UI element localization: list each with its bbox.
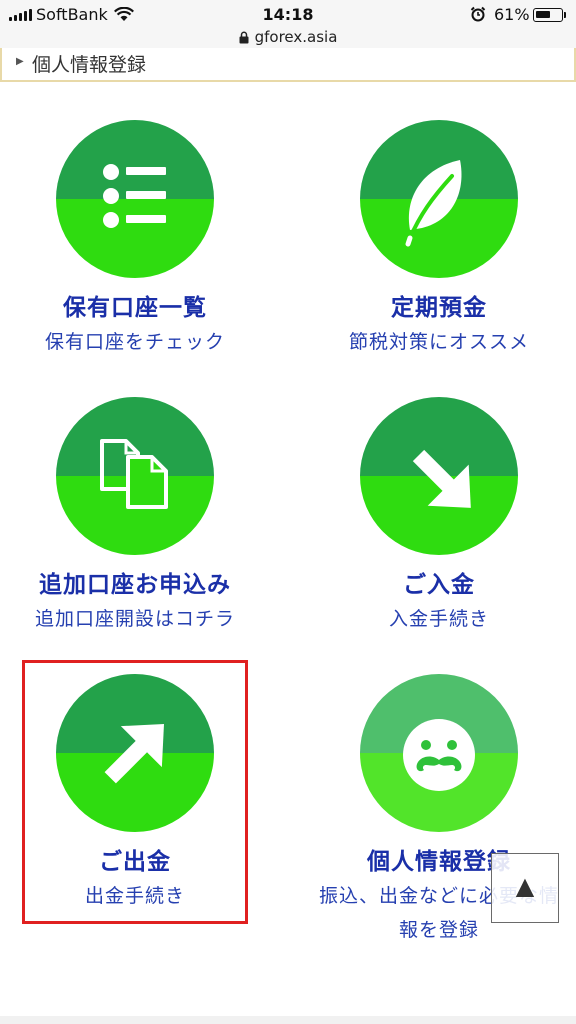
breadcrumb-label: 個人情報登録 xyxy=(32,54,147,76)
triangle-up-icon: ▲ xyxy=(515,872,535,900)
circle-button[interactable] xyxy=(360,397,518,555)
url-text: gforex.asia xyxy=(254,28,338,46)
menu-item-deposit[interactable]: ご入金 入金手続き xyxy=(304,397,574,667)
scroll-to-top-button[interactable]: ▲ xyxy=(491,853,559,923)
menu-subtitle[interactable]: 追加口座開設はコチラ xyxy=(0,603,270,635)
menu-item-account-list[interactable]: 保有口座一覧 保有口座をチェック xyxy=(0,120,270,390)
menu-title[interactable]: 保有口座一覧 xyxy=(0,288,270,322)
mustache-face-icon xyxy=(403,719,475,791)
circle-button[interactable] xyxy=(360,120,518,278)
documents-icon xyxy=(100,439,168,509)
arrow-down-left-icon xyxy=(412,449,471,508)
circle-button[interactable] xyxy=(56,120,214,278)
battery-percentage: 61% xyxy=(494,5,530,24)
menu-subtitle[interactable]: 保有口座をチェック xyxy=(0,326,270,358)
menu-title[interactable]: ご入金 xyxy=(304,565,574,599)
menu-subtitle[interactable]: 入金手続き xyxy=(304,603,574,635)
circle-button[interactable] xyxy=(360,674,518,832)
battery-level xyxy=(536,11,550,18)
alarm-icon xyxy=(470,6,486,22)
breadcrumb[interactable]: ▶ 個人情報登録 xyxy=(0,48,576,82)
menu-item-additional-account[interactable]: 追加口座お申込み 追加口座開設はコチラ xyxy=(0,397,270,667)
list-icon xyxy=(103,164,166,228)
address-bar[interactable]: gforex.asia xyxy=(0,28,576,46)
menu-subtitle[interactable]: 節税対策にオススメ xyxy=(304,326,574,358)
highlight-box xyxy=(22,660,248,924)
battery-icon xyxy=(533,8,563,22)
menu-title[interactable]: 定期預金 xyxy=(304,288,574,322)
menu-title[interactable]: 追加口座お申込み xyxy=(0,565,270,599)
page-bottom-edge xyxy=(0,1016,576,1024)
chevron-right-icon: ▶ xyxy=(16,56,24,67)
menu-item-time-deposit[interactable]: 定期預金 節税対策にオススメ xyxy=(304,120,574,390)
clock: 14:18 xyxy=(262,5,314,24)
battery-nub xyxy=(564,12,566,18)
leaf-icon xyxy=(405,160,462,247)
circle-button[interactable] xyxy=(56,397,214,555)
lock-icon xyxy=(239,31,249,44)
